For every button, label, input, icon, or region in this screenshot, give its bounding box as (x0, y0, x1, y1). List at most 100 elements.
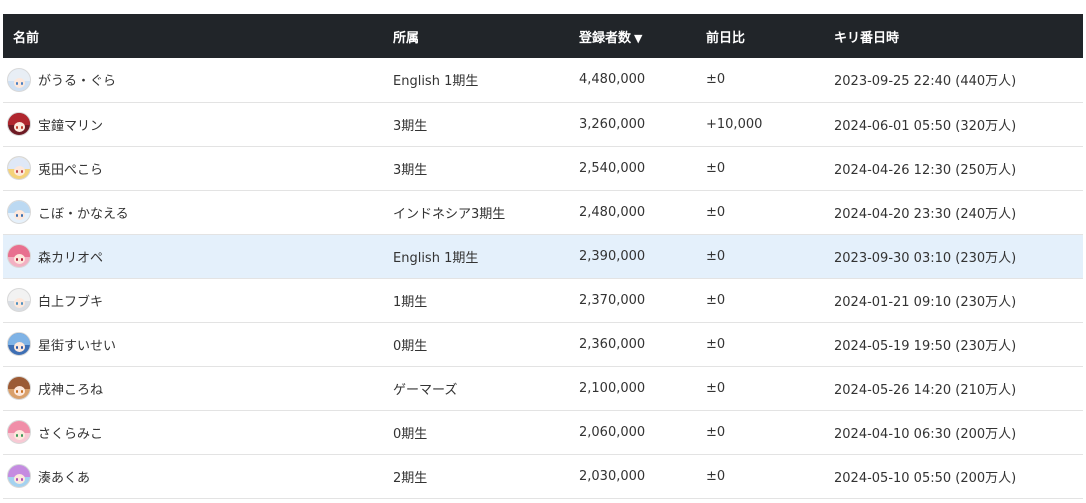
header-name[interactable]: 名前 (3, 14, 383, 58)
cell-milestone: 2024-04-10 06:30 (200万人) (834, 426, 1017, 442)
avatar-eye (16, 81, 18, 85)
name-wrap: がうる・ぐら (7, 67, 383, 92)
cell-subscribers: 2,390,000 (579, 248, 646, 264)
avatar-eye (21, 302, 23, 305)
member-name[interactable]: 戌神ころね (38, 379, 103, 398)
cell-subscribers: 2,360,000 (579, 336, 646, 352)
avatar-eye (16, 478, 18, 481)
table-row[interactable]: 戌神ころね ゲーマーズ 2,100,000 ±0 2024-05-26 14:20 (2… (3, 366, 1083, 410)
avatar-eye (21, 214, 23, 217)
avatar-eye (16, 214, 18, 217)
avatar-eye (21, 390, 23, 393)
avatar-eye (21, 434, 23, 437)
usada-pekora-avatar-icon (7, 156, 31, 180)
table-row[interactable]: こぼ・かなえる インドネシア3期生 2,480,000 ±0 2024-04-20 23… (3, 190, 1083, 234)
avatar-eye (21, 478, 23, 481)
avatar-eye (21, 170, 23, 173)
cell-subscribers: 2,540,000 (579, 160, 646, 176)
header-row: 名前 所属 登録者数 ▼ 前日比 キリ番日時 (3, 14, 1083, 58)
avatar-eye (16, 258, 18, 261)
inugami-korone-avatar-icon (7, 376, 31, 400)
cell-group: English 1期生 (393, 250, 479, 266)
houshou-marine-avatar-icon (7, 112, 31, 136)
member-name[interactable]: 湊あくあ (38, 467, 90, 486)
cell-milestone: 2024-06-01 05:50 (320万人) (834, 118, 1017, 134)
header-milestone[interactable]: キリ番日時 (824, 14, 1083, 58)
header-diff[interactable]: 前日比 (696, 14, 824, 58)
cell-diff: ±0 (706, 424, 726, 440)
cell-group: 0期生 (393, 338, 428, 354)
cell-name: こぼ・かなえる (3, 190, 383, 234)
table-row[interactable]: 兎田ぺこら 3期生 2,540,000 ±0 2024-04-26 12:30 (250… (3, 146, 1083, 190)
sakura-miko-avatar-icon (7, 420, 31, 444)
table-body: がうる・ぐら English 1期生 4,480,000 ±0 2023-09-25 2… (3, 58, 1083, 498)
cell-diff: ±0 (706, 248, 726, 264)
name-wrap: 戌神ころね (7, 376, 383, 400)
member-name[interactable]: さくらみこ (38, 423, 103, 442)
table-row[interactable]: がうる・ぐら English 1期生 4,480,000 ±0 2023-09-25 2… (3, 58, 1083, 102)
cell-subscribers: 3,260,000 (579, 116, 646, 132)
avatar-eye (21, 258, 23, 261)
header-group[interactable]: 所属 (383, 14, 569, 58)
table-row[interactable]: 白上フブキ 1期生 2,370,000 ±0 2024-01-21 09:10 (230… (3, 278, 1083, 322)
ranking-table: 名前 所属 登録者数 ▼ 前日比 キリ番日時 がうる・ぐら English 1期生 4… (3, 14, 1083, 499)
member-name[interactable]: 星街すいせい (38, 335, 116, 354)
header-diff-label: 前日比 (706, 30, 746, 46)
member-name[interactable]: 宝鐘マリン (38, 115, 103, 134)
name-wrap: こぼ・かなえる (7, 200, 383, 224)
cell-name: さくらみこ (3, 410, 383, 454)
table-row[interactable]: 宝鐘マリン 3期生 3,260,000 +10,000 2024-06-01 05:50… (3, 102, 1083, 146)
ranking-table-container: 名前 所属 登録者数 ▼ 前日比 キリ番日時 がうる・ぐら English 1期生 4… (3, 14, 1083, 499)
name-wrap: 兎田ぺこら (7, 156, 383, 180)
cell-subscribers: 4,480,000 (579, 72, 646, 88)
cell-group: 1期生 (393, 294, 428, 310)
avatar-eye (21, 81, 23, 85)
header-name-label: 名前 (13, 30, 40, 46)
member-name[interactable]: 白上フブキ (38, 291, 103, 310)
member-name[interactable]: 兎田ぺこら (38, 159, 103, 178)
cell-subscribers: 2,370,000 (579, 292, 646, 308)
header-subscribers-label: 登録者数 (579, 30, 632, 46)
member-name[interactable]: こぼ・かなえる (38, 203, 129, 222)
header-milestone-label: キリ番日時 (834, 30, 900, 46)
cell-diff: ±0 (706, 292, 726, 308)
avatar-eye (16, 170, 18, 173)
cell-name: 白上フブキ (3, 278, 383, 322)
table-row[interactable]: 森カリオペ English 1期生 2,390,000 ±0 2023-09-30 03… (3, 234, 1083, 278)
cell-group: English 1期生 (393, 74, 479, 90)
cell-name: 森カリオペ (3, 234, 383, 278)
avatar-eye (16, 346, 18, 349)
name-wrap: 森カリオペ (7, 244, 383, 268)
header-group-label: 所属 (393, 30, 420, 46)
cell-group: ゲーマーズ (393, 382, 458, 398)
cell-milestone: 2024-05-19 19:50 (230万人) (834, 338, 1017, 354)
member-name[interactable]: 森カリオペ (38, 247, 103, 266)
hoshimachi-suisei-avatar-icon (7, 332, 31, 356)
cell-name: 星街すいせい (3, 322, 383, 366)
cell-milestone: 2024-04-20 23:30 (240万人) (834, 206, 1017, 222)
table-header: 名前 所属 登録者数 ▼ 前日比 キリ番日時 (3, 14, 1083, 58)
cell-name: 兎田ぺこら (3, 146, 383, 190)
cell-milestone: 2024-05-26 14:20 (210万人) (834, 382, 1017, 398)
avatar-eye (16, 434, 18, 437)
cell-milestone: 2024-01-21 09:10 (230万人) (834, 294, 1017, 310)
cell-subscribers: 2,100,000 (579, 380, 646, 396)
cell-group: 2期生 (393, 470, 428, 486)
sort-desc-icon: ▼ (634, 31, 643, 45)
name-wrap: さくらみこ (7, 420, 383, 444)
table-row[interactable]: 湊あくあ 2期生 2,030,000 ±0 2024-05-10 05:50 (200万… (3, 454, 1083, 498)
cell-name: がうる・ぐら (3, 58, 383, 102)
cell-diff: ±0 (706, 336, 726, 352)
name-wrap: 白上フブキ (7, 288, 383, 312)
table-row[interactable]: 星街すいせい 0期生 2,360,000 ±0 2024-05-19 19:50 (23… (3, 322, 1083, 366)
name-wrap: 湊あくあ (7, 464, 383, 488)
header-subscribers[interactable]: 登録者数 ▼ (569, 14, 696, 58)
cell-milestone: 2024-05-10 05:50 (200万人) (834, 470, 1017, 486)
gawr-gura-avatar-icon (7, 67, 31, 92)
cell-name: 宝鐘マリン (3, 102, 383, 146)
cell-diff: ±0 (706, 380, 726, 396)
name-wrap: 星街すいせい (7, 332, 383, 356)
avatar-eye (21, 346, 23, 349)
table-row[interactable]: さくらみこ 0期生 2,060,000 ±0 2024-04-10 06:30 (200… (3, 410, 1083, 454)
member-name[interactable]: がうる・ぐら (38, 70, 116, 89)
